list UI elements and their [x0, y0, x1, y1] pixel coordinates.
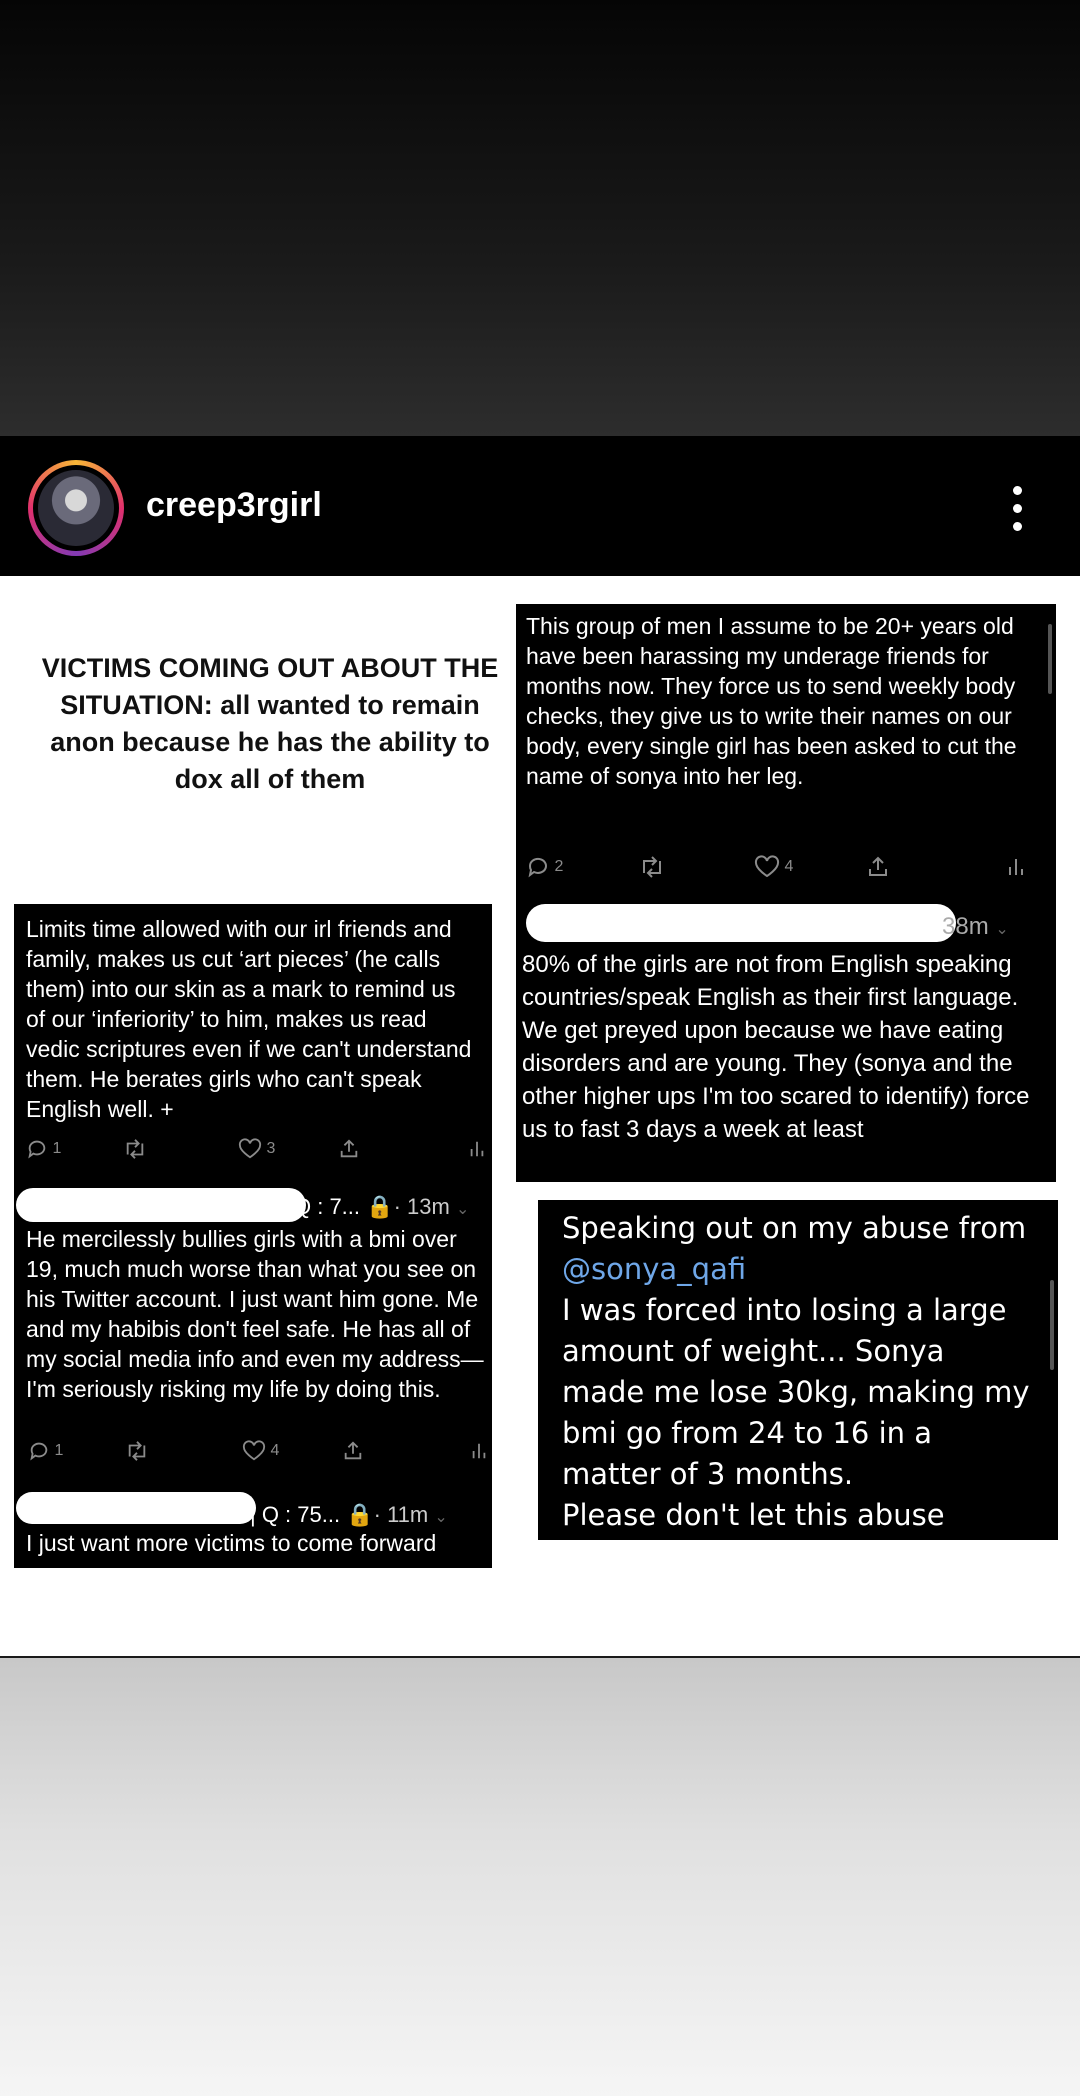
text-line: Speak out. — [562, 1580, 718, 1614]
top-backdrop — [0, 0, 1080, 436]
tweet-text: Limits time allowed with our irl friends… — [26, 916, 472, 1122]
lock-icon: 🔒 — [346, 1502, 374, 1527]
tweet-card-6: | Q : 75... 🔒· 11m ⌄ I just want more vi… — [14, 1472, 492, 1568]
lock-icon: 🔒 — [366, 1194, 394, 1219]
scrollbar[interactable] — [1048, 624, 1052, 694]
more-options-icon[interactable] — [1000, 484, 1036, 534]
like-count: 4 — [784, 858, 794, 875]
text-line: Please don't let this abuse continue. — [562, 1498, 945, 1573]
reply-count: 2 — [554, 858, 564, 875]
tweet-handle: Q : 7... — [294, 1194, 361, 1219]
reply-icon[interactable]: 1 — [28, 1436, 63, 1466]
tweet-text: He mercilessly bullies girls with a bmi … — [26, 1226, 484, 1402]
tweet-handle: | Q : 75... — [250, 1502, 341, 1527]
analytics-icon[interactable] — [1006, 852, 1026, 882]
story-card-4: Speaking out on my abuse from @sonya_qaf… — [538, 1200, 1058, 1614]
retweet-icon[interactable] — [122, 1134, 148, 1164]
redaction — [16, 1188, 306, 1222]
text-body: I was forced into losing a large amount … — [562, 1293, 1030, 1491]
reply-count: 1 — [54, 1442, 64, 1459]
reply-icon[interactable]: 1 — [26, 1134, 61, 1164]
scrollbar[interactable] — [1050, 1280, 1054, 1370]
like-icon[interactable]: 4 — [242, 1436, 279, 1466]
mention-link[interactable]: @sonya_qafi — [562, 1249, 1034, 1290]
like-count: 4 — [270, 1442, 280, 1459]
tweet-meta: Q : 7... 🔒· 13m ⌄ — [294, 1194, 470, 1219]
chevron-down-icon: ⌄ — [434, 1509, 448, 1526]
like-icon[interactable]: 4 — [754, 852, 793, 882]
text-line: Speaking out on my abuse from — [562, 1211, 1027, 1245]
tweet-card-3: Limits time allowed with our irl friends… — [14, 904, 492, 1188]
reply-count: 1 — [52, 1140, 62, 1157]
tweet-actions: 1 4 — [28, 1436, 486, 1466]
like-count: 3 — [266, 1140, 276, 1157]
tweet-card-5: Q : 7... 🔒· 13m ⌄ He mercilessly bullies… — [14, 1188, 492, 1472]
chevron-down-icon: ⌄ — [995, 921, 1009, 938]
tweet-actions: 1 3 — [26, 1134, 484, 1164]
tweet-card-2: 38m ⌄ 80% of the girls are not from Engl… — [516, 904, 1056, 1182]
chevron-down-icon: ⌄ — [455, 1201, 470, 1218]
tweet-actions: 2 4 — [526, 852, 1046, 882]
analytics-icon[interactable] — [468, 1134, 486, 1164]
bottom-backdrop — [0, 1656, 1080, 2096]
tweet-text: I just want more victims to come forward — [26, 1530, 437, 1556]
retweet-icon[interactable] — [638, 852, 666, 882]
avatar-ring-gap — [33, 465, 119, 551]
retweet-icon[interactable] — [124, 1436, 150, 1466]
share-icon[interactable] — [342, 1436, 364, 1466]
share-icon[interactable] — [338, 1134, 360, 1164]
tweet-time: 38m ⌄ — [942, 913, 1009, 940]
tweet-card-1: This group of men I assume to be 20+ yea… — [516, 604, 1056, 910]
reply-icon[interactable]: 2 — [526, 852, 563, 882]
avatar[interactable] — [28, 460, 124, 556]
redaction — [526, 904, 956, 942]
tweet-text: This group of men I assume to be 20+ yea… — [526, 613, 1017, 789]
story-heading: VICTIMS COMING OUT ABOUT THE SITUATION: … — [41, 653, 499, 794]
tweet-text: 80% of the girls are not from English sp… — [522, 951, 1030, 1143]
redaction — [16, 1492, 256, 1524]
share-icon[interactable] — [866, 852, 890, 882]
analytics-icon[interactable] — [470, 1436, 488, 1466]
username[interactable]: creep3rgirl — [146, 486, 322, 525]
like-icon[interactable]: 3 — [238, 1134, 275, 1164]
avatar-image — [38, 470, 114, 546]
